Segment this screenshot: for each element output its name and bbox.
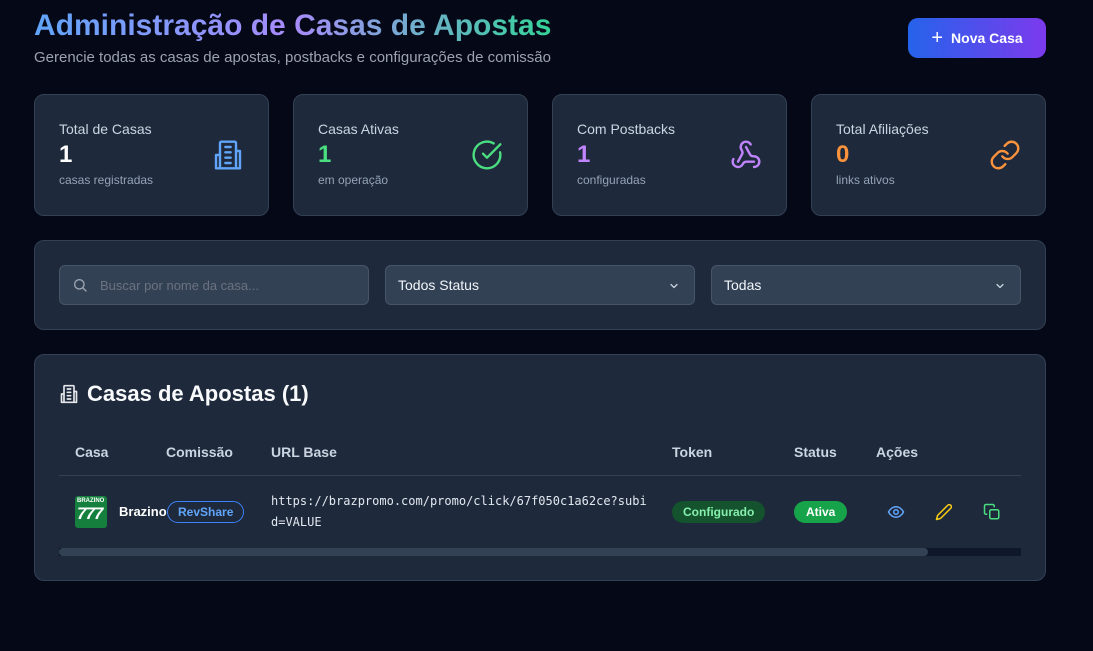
casas-table-card: Casas de Apostas (1) Casa Comissão URL B… [34, 354, 1046, 581]
stat-card-total-casas: Total de Casas 1 casas registradas [34, 94, 269, 216]
page-subtitle: Gerencie todas as casas de apostas, post… [34, 49, 551, 66]
commission-badge: RevShare [167, 501, 245, 523]
building-icon [60, 384, 78, 404]
search-input[interactable] [100, 266, 360, 304]
status-filter-select[interactable]: Todos Status [385, 265, 695, 305]
stat-label: Com Postbacks [577, 121, 676, 137]
column-header-status: Status [794, 444, 837, 460]
stat-label: Total de Casas [59, 121, 152, 137]
status-filter-value: Todos Status [398, 277, 479, 293]
column-header-token: Token [672, 444, 713, 460]
type-filter-value: Todas [724, 277, 762, 293]
stat-label: Total Afiliações [836, 121, 929, 137]
chevron-down-icon [670, 283, 678, 289]
page-title: Administração de Casas de Apostas [34, 9, 552, 42]
url-base: https://brazpromo.com/promo/click/67f050… [271, 494, 647, 529]
scrollbar-thumb[interactable] [59, 548, 928, 556]
pencil-icon[interactable] [935, 503, 953, 521]
table-title: Casas de Apostas (1) [59, 381, 309, 407]
webhook-icon [731, 140, 761, 169]
token-badge: Configurado [672, 501, 766, 523]
stat-sub: links ativos [836, 173, 895, 187]
search-box[interactable] [59, 265, 369, 305]
filters-panel: Todos Status Todas [34, 240, 1046, 330]
page-header: Administração de Casas de Apostas Gerenc… [34, 8, 551, 66]
building-icon [214, 140, 242, 170]
logo-number: 777 [77, 504, 103, 523]
header-divider [59, 475, 1021, 476]
plus-icon: + [931, 27, 944, 49]
eye-icon[interactable] [887, 503, 905, 521]
stat-card-casas-ativas: Casas Ativas 1 em operação [293, 94, 528, 216]
chevron-down-icon [996, 283, 1004, 289]
search-icon [74, 279, 87, 292]
stat-sub: casas registradas [59, 173, 154, 187]
type-filter-select[interactable]: Todas [711, 265, 1021, 305]
stat-sub: em operação [318, 173, 389, 187]
new-casa-button-label: Nova Casa [951, 30, 1023, 46]
casa-logo: BRAZINO 777 [75, 496, 107, 528]
horizontal-scrollbar[interactable] [59, 548, 1021, 556]
column-header-url: URL Base [271, 444, 337, 460]
stat-card-com-postbacks: Com Postbacks 1 configuradas [552, 94, 787, 216]
stat-sub: configuradas [577, 173, 646, 187]
stat-label: Casas Ativas [318, 121, 399, 137]
column-header-casa: Casa [75, 444, 109, 460]
status-badge: Ativa [794, 501, 848, 523]
copy-icon[interactable] [983, 503, 1001, 521]
new-casa-button[interactable]: + Nova Casa [908, 18, 1046, 58]
table-title-text: Casas de Apostas (1) [87, 381, 309, 406]
stat-card-total-afiliacoes: Total Afiliações 0 links ativos [811, 94, 1046, 216]
column-header-acoes: Ações [876, 444, 919, 460]
column-header-comissao: Comissão [166, 444, 233, 460]
check-circle-icon [472, 140, 502, 170]
link-icon [990, 140, 1020, 170]
stats-row: Total de Casas 1 casas registradas Casas… [34, 94, 1046, 216]
casa-name: Brazino [119, 504, 167, 519]
